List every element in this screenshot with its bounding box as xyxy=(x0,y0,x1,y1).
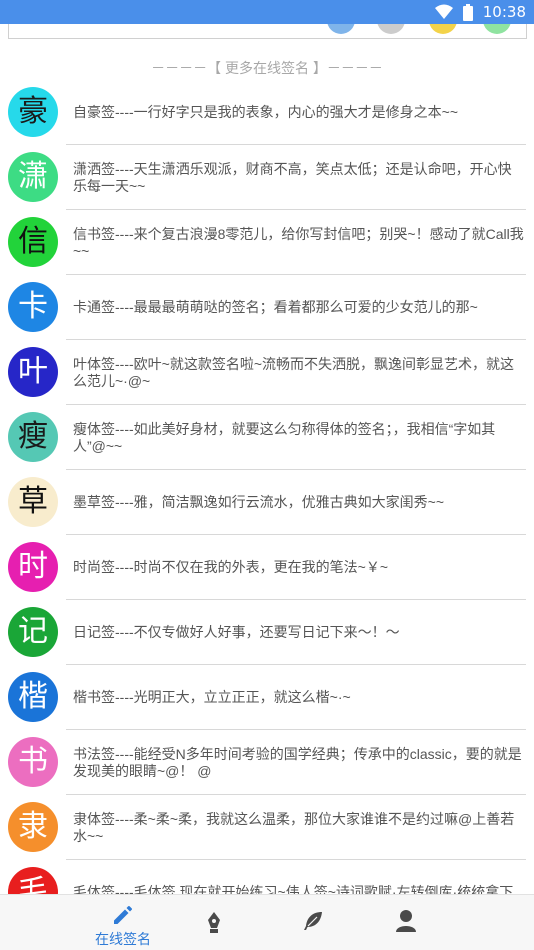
signature-style-avatar: 书 xyxy=(8,737,58,787)
feather-icon xyxy=(304,912,322,930)
signature-style-avatar: 潇 xyxy=(8,152,58,202)
tab-feather[interactable] xyxy=(273,895,353,950)
list-item[interactable]: 楷 楷书签----光明正大，立立正正，就这么楷~·~ xyxy=(0,665,534,730)
avatar-char: 叶 xyxy=(18,354,48,389)
battery-icon xyxy=(462,3,473,21)
description-text: 潇洒签----天生潇洒乐观派，财商不高，笑点太低；还是认命吧，开心快乐每一天~~ xyxy=(73,160,512,194)
signature-description: 潇洒签----天生潇洒乐观派，财商不高，笑点太低；还是认命吧，开心快乐每一天~~ xyxy=(73,145,524,210)
signature-description: 毛体签----毛体签 现在就开始练习~伟人签~诗词歌赋·左转倒库·统统拿下 xyxy=(73,860,524,894)
description-text: 毛体签----毛体签 现在就开始练习~伟人签~诗词歌赋·左转倒库·统统拿下 xyxy=(73,884,514,894)
description-text: 叶体签----欧叶~就这款签名啦~流畅而不失洒脱，飘逸间彰显艺术，就这么范儿~·… xyxy=(73,355,514,389)
avatar-char: 草 xyxy=(18,484,48,519)
description-text: 墨草签----雅，简洁飘逸如行云流水，优雅古典如大家闺秀~~ xyxy=(73,494,444,510)
list-item[interactable]: 书书法签----能经受N多年时间考验的国学经典；传承中的classic，要的就是… xyxy=(0,730,534,795)
signature-style-avatar: 信 xyxy=(8,217,58,267)
list-item[interactable]: 草 墨草签----雅，简洁飘逸如行云流水，优雅古典如大家闺秀~~ xyxy=(0,470,534,535)
avatar-char: 书 xyxy=(18,744,48,779)
status-time: 10:38 xyxy=(482,3,526,21)
tab-label: 在线签名 xyxy=(95,931,151,947)
signature-description: 日记签----不仅专做好人好事，还要写日记下来～！～ xyxy=(73,600,524,665)
signature-style-avatar: 楷 xyxy=(8,672,58,722)
tab-profile[interactable] xyxy=(366,895,446,950)
signature-style-avatar: 隶 xyxy=(8,802,58,852)
person-icon xyxy=(396,910,416,932)
signature-style-avatar: 瘦 xyxy=(8,412,58,462)
list-item[interactable]: 时 时尚签----时尚不仅在我的外表，更在我的笔法~￥~ xyxy=(0,535,534,600)
signature-description: 瘦体签----如此美好身材，就要这么匀称得体的签名；，我相信“字如其人”@~~ xyxy=(73,405,524,470)
top-card-bubble xyxy=(377,24,405,34)
avatar-char: 卡 xyxy=(18,289,48,324)
signature-description: 信书签----来个复古浪漫8零范儿，给你写封信吧；别哭~！感动了就Call我~~ xyxy=(73,210,524,275)
tab-pen[interactable] xyxy=(174,895,254,950)
list-item[interactable]: 隶隶体签----柔~柔~柔，我就这么温柔，那位大家谁谁不是约过嘛@上善若水~~ xyxy=(0,795,534,860)
signature-style-avatar: 叶 xyxy=(8,347,58,397)
list-item[interactable]: 潇潇洒签----天生潇洒乐观派，财商不高，笑点太低；还是认命吧，开心快乐每一天~… xyxy=(0,145,534,210)
description-text: 信书签----来个复古浪漫8零范儿，给你写封信吧；别哭~！感动了就Call我~~ xyxy=(73,225,524,259)
list-item[interactable]: 叶叶体签----欧叶~就这款签名啦~流畅而不失洒脱，飘逸间彰显艺术，就这么范儿~… xyxy=(0,340,534,405)
list-item[interactable]: 毛 毛体签----毛体签 现在就开始练习~伟人签~诗词歌赋·左转倒库·统统拿下 xyxy=(0,860,534,894)
pencil-icon xyxy=(114,906,132,924)
description-text: 日记签----不仅专做好人好事，还要写日记下来～！～ xyxy=(73,624,400,640)
signature-list: 豪 自豪签----一行好字只是我的表象，内心的强大才是修身之本~~ 潇潇洒签----… xyxy=(0,80,534,894)
description-text: 隶体签----柔~柔~柔，我就这么温柔，那位大家谁谁不是约过嘛@上善若水~~ xyxy=(73,810,515,844)
description-text: 时尚签----时尚不仅在我的外表，更在我的笔法~￥~ xyxy=(73,559,388,575)
signature-style-avatar: 豪 xyxy=(8,87,58,137)
avatar-char: 瘦 xyxy=(18,419,48,454)
description-text: 卡通签----最最最萌萌哒的签名；看着都那么可爱的少女范儿的那~ xyxy=(73,299,478,315)
top-card xyxy=(8,24,527,39)
signature-description: 卡通签----最最最萌萌哒的签名；看着都那么可爱的少女范儿的那~ xyxy=(73,275,524,340)
description-text: 书法签----能经受N多年时间考验的国学经典；传承中的classic，要的就是发… xyxy=(73,745,522,779)
avatar-char: 信 xyxy=(18,224,48,259)
signature-style-avatar: 毛 xyxy=(8,867,58,894)
avatar-char: 时 xyxy=(18,549,48,584)
description-text: 自豪签----一行好字只是我的表象，内心的强大才是修身之本~~ xyxy=(73,104,458,120)
signature-style-avatar: 草 xyxy=(8,477,58,527)
tab-online-signature[interactable]: 在线签名 xyxy=(83,895,163,950)
list-item[interactable]: 豪 自豪签----一行好字只是我的表象，内心的强大才是修身之本~~ xyxy=(0,80,534,145)
section-header: －－－－【 更多在线签名 】－－－－ xyxy=(151,60,383,76)
signature-description: 书法签----能经受N多年时间考验的国学经典；传承中的classic，要的就是发… xyxy=(73,730,524,795)
signature-description: 墨草签----雅，简洁飘逸如行云流水，优雅古典如大家闺秀~~ xyxy=(73,470,524,535)
avatar-char: 毛 xyxy=(18,874,48,895)
signature-style-avatar: 卡 xyxy=(8,282,58,332)
bottom-nav: 在线签名 xyxy=(0,894,534,950)
signature-style-avatar: 记 xyxy=(8,607,58,657)
signature-description: 隶体签----柔~柔~柔，我就这么温柔，那位大家谁谁不是约过嘛@上善若水~~ xyxy=(73,795,524,860)
top-card-bubble xyxy=(429,24,457,34)
top-card-bubble xyxy=(327,24,355,34)
wifi-icon xyxy=(434,4,453,19)
list-item[interactable]: 卡 卡通签----最最最萌萌哒的签名；看着都那么可爱的少女范儿的那~ xyxy=(0,275,534,340)
avatar-char: 隶 xyxy=(18,809,48,844)
top-card-bubble xyxy=(483,24,511,34)
pen-nib-icon xyxy=(208,912,220,933)
avatar-char: 记 xyxy=(18,614,48,649)
status-bar: 10:38 xyxy=(0,0,534,24)
signature-description: 时尚签----时尚不仅在我的外表，更在我的笔法~￥~ xyxy=(73,535,524,600)
avatar-char: 楷 xyxy=(18,679,48,714)
description-text: 瘦体签----如此美好身材，就要这么匀称得体的签名；，我相信“字如其人”@~~ xyxy=(73,420,496,454)
signature-description: 叶体签----欧叶~就这款签名啦~流畅而不失洒脱，飘逸间彰显艺术，就这么范儿~·… xyxy=(73,340,524,405)
signature-style-avatar: 时 xyxy=(8,542,58,592)
list-item[interactable]: 记 日记签----不仅专做好人好事，还要写日记下来～！～ xyxy=(0,600,534,665)
signature-description: 自豪签----一行好字只是我的表象，内心的强大才是修身之本~~ xyxy=(73,80,524,145)
description-text: 楷书签----光明正大，立立正正，就这么楷~·~ xyxy=(73,689,351,705)
list-item[interactable]: 信信书签----来个复古浪漫8零范儿，给你写封信吧；别哭~！感动了就Call我~… xyxy=(0,210,534,275)
list-item[interactable]: 瘦瘦体签----如此美好身材，就要这么匀称得体的签名；，我相信“字如其人”@~~ xyxy=(0,405,534,470)
avatar-char: 潇 xyxy=(18,159,48,194)
avatar-char: 豪 xyxy=(18,94,48,129)
signature-description: 楷书签----光明正大，立立正正，就这么楷~·~ xyxy=(73,665,524,730)
